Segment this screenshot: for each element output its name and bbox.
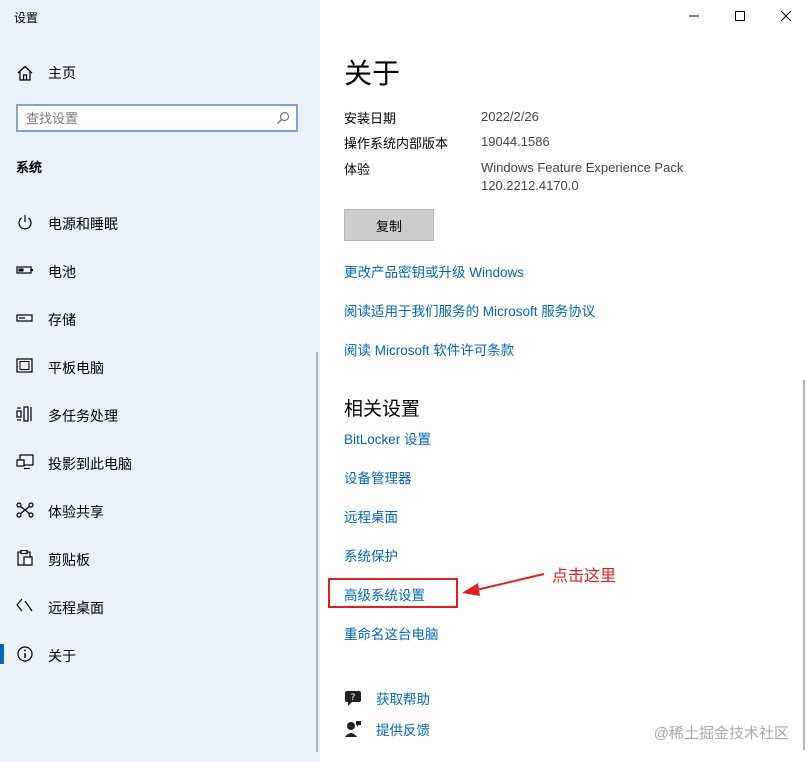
- remote-desktop-icon: [16, 598, 33, 612]
- sidebar-item-label: 存储: [48, 312, 76, 328]
- sidebar-item-storage[interactable]: 存储: [0, 298, 320, 338]
- get-help-link[interactable]: ? 获取帮助: [344, 688, 430, 708]
- sidebar-item-label: 远程桌面: [48, 600, 104, 616]
- svg-text:?: ?: [351, 693, 356, 703]
- license-terms-link[interactable]: 阅读 Microsoft 软件许可条款: [344, 339, 514, 359]
- home-label: 主页: [48, 65, 76, 81]
- sidebar-item-battery[interactable]: 电池: [0, 250, 320, 290]
- about-icon: [17, 646, 33, 662]
- feedback-person-icon: [345, 721, 361, 737]
- remote-desktop-link[interactable]: 远程桌面: [344, 506, 398, 526]
- battery-icon: [16, 266, 33, 274]
- sidebar: 设置 主页 系统 电源和睡眠 电池 存储: [0, 0, 320, 762]
- shared-experiences-icon: [16, 502, 34, 518]
- clipboard-icon: [17, 550, 33, 566]
- bitlocker-settings-link[interactable]: BitLocker 设置: [344, 428, 431, 448]
- power-icon: [18, 215, 32, 230]
- give-feedback-label: 提供反馈: [376, 723, 430, 738]
- search-icon[interactable]: [276, 111, 290, 125]
- spec-key: 操作系统内部版本: [344, 136, 449, 151]
- spec-key: 安装日期: [344, 111, 397, 126]
- related-settings-title: 相关设置: [344, 399, 421, 420]
- main-panel: 关于 安装日期 2022/2/26 操作系统内部版本 19044.1586 体验…: [320, 0, 809, 762]
- services-agreement-link[interactable]: 阅读适用于我们服务的 Microsoft 服务协议: [344, 300, 595, 320]
- help-chat-icon: ?: [345, 691, 361, 706]
- sidebar-item-about[interactable]: 关于: [0, 634, 320, 674]
- sidebar-item-multitasking[interactable]: 多任务处理: [0, 394, 320, 434]
- sidebar-item-label: 体验共享: [48, 504, 104, 520]
- app-title: 设置: [14, 11, 39, 25]
- sidebar-item-remote-desktop[interactable]: 远程桌面: [0, 586, 320, 626]
- sidebar-item-shared-experiences[interactable]: 体验共享: [0, 490, 320, 530]
- sidebar-scrollbar[interactable]: [316, 352, 318, 752]
- give-feedback-link[interactable]: 提供反馈: [344, 719, 430, 739]
- device-manager-link[interactable]: 设备管理器: [344, 467, 412, 487]
- sidebar-item-label: 投影到此电脑: [48, 456, 132, 472]
- sidebar-item-clipboard[interactable]: 剪贴板: [0, 538, 320, 578]
- spec-value-line2: 120.2212.4170.0: [481, 178, 579, 193]
- spec-value: Windows Feature Experience Pack: [481, 160, 684, 175]
- annotation-highlight-box: [328, 578, 458, 608]
- sidebar-item-tablet[interactable]: 平板电脑: [0, 346, 320, 386]
- annotation-text: 点击这里: [552, 568, 617, 585]
- spec-value: 19044.1586: [481, 134, 550, 149]
- storage-icon: [16, 314, 33, 322]
- sidebar-item-power-sleep[interactable]: 电源和睡眠: [0, 202, 320, 242]
- sidebar-item-label: 电源和睡眠: [48, 216, 118, 232]
- system-protection-link[interactable]: 系统保护: [344, 545, 398, 565]
- spec-key: 体验: [344, 162, 371, 177]
- rename-pc-link[interactable]: 重命名这台电脑: [344, 623, 439, 643]
- copy-button[interactable]: 复制: [344, 209, 434, 241]
- multitasking-icon: [16, 406, 32, 422]
- change-product-key-link[interactable]: 更改产品密钥或升级 Windows: [344, 261, 524, 281]
- section-heading: 系统: [16, 160, 43, 175]
- projecting-icon: [16, 454, 34, 470]
- home-icon: [17, 65, 33, 81]
- annotation-arrow: [462, 573, 545, 596]
- tablet-icon: [16, 358, 33, 373]
- sidebar-item-label: 平板电脑: [48, 360, 104, 376]
- search-box[interactable]: [16, 104, 298, 132]
- get-help-label: 获取帮助: [376, 692, 430, 707]
- search-input[interactable]: [18, 106, 266, 130]
- watermark: @稀土掘金技术社区: [653, 725, 789, 742]
- page-title: 关于: [344, 58, 401, 89]
- sidebar-item-label: 剪贴板: [48, 552, 90, 568]
- sidebar-item-label: 电池: [48, 264, 76, 280]
- sidebar-item-label: 多任务处理: [48, 408, 118, 424]
- main-scrollbar[interactable]: [803, 380, 805, 750]
- spec-value: 2022/2/26: [481, 109, 539, 124]
- home-nav-item[interactable]: 主页: [16, 62, 76, 84]
- sidebar-item-label: 关于: [48, 648, 76, 664]
- sidebar-item-projecting[interactable]: 投影到此电脑: [0, 442, 320, 482]
